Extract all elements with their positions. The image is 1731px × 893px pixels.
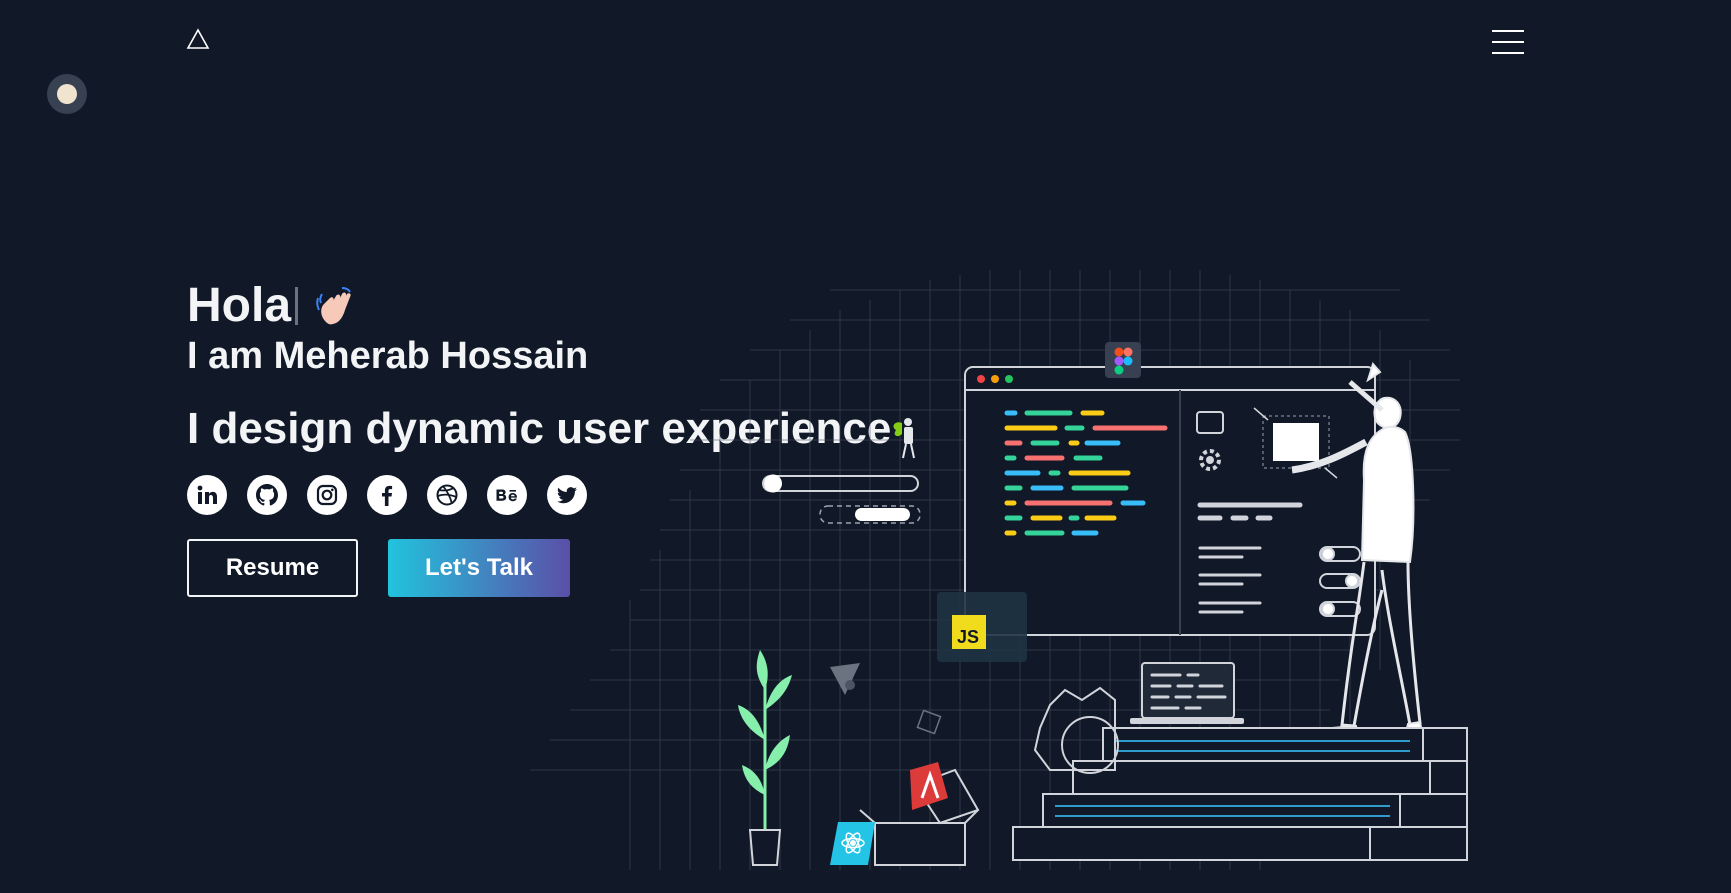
github-icon bbox=[256, 484, 278, 506]
open-box bbox=[830, 762, 980, 866]
behance-icon bbox=[496, 489, 517, 502]
facebook-link[interactable] bbox=[367, 475, 407, 515]
js-icon: JS bbox=[937, 592, 1027, 662]
typing-cursor bbox=[295, 287, 299, 325]
behance-link[interactable] bbox=[487, 475, 527, 515]
waving-hand-icon bbox=[316, 287, 351, 325]
paper-plane-icon bbox=[830, 663, 860, 695]
svg-text:JS: JS bbox=[957, 627, 979, 647]
instagram-link[interactable] bbox=[307, 475, 347, 515]
floating-square bbox=[916, 709, 942, 735]
hamburger-menu-icon[interactable] bbox=[1492, 30, 1524, 54]
sun-toggle-icon bbox=[57, 84, 77, 104]
github-link[interactable] bbox=[247, 475, 287, 515]
dribbble-icon bbox=[436, 484, 458, 506]
developer-illustration: JS bbox=[530, 270, 1468, 870]
dribbble-link[interactable] bbox=[427, 475, 467, 515]
linkedin-icon bbox=[197, 485, 217, 504]
plant bbox=[738, 650, 792, 866]
resume-button[interactable]: Resume bbox=[187, 539, 358, 597]
greeting-text: Hola bbox=[187, 279, 292, 332]
instagram-icon bbox=[316, 484, 338, 506]
facebook-icon bbox=[382, 485, 393, 506]
laptop bbox=[1130, 662, 1244, 724]
theme-toggle-button[interactable] bbox=[47, 74, 87, 114]
triangle-logo-icon[interactable] bbox=[186, 28, 210, 50]
figma-icon bbox=[1105, 342, 1141, 378]
linkedin-link[interactable] bbox=[187, 475, 227, 515]
platform-steps bbox=[1012, 727, 1468, 861]
